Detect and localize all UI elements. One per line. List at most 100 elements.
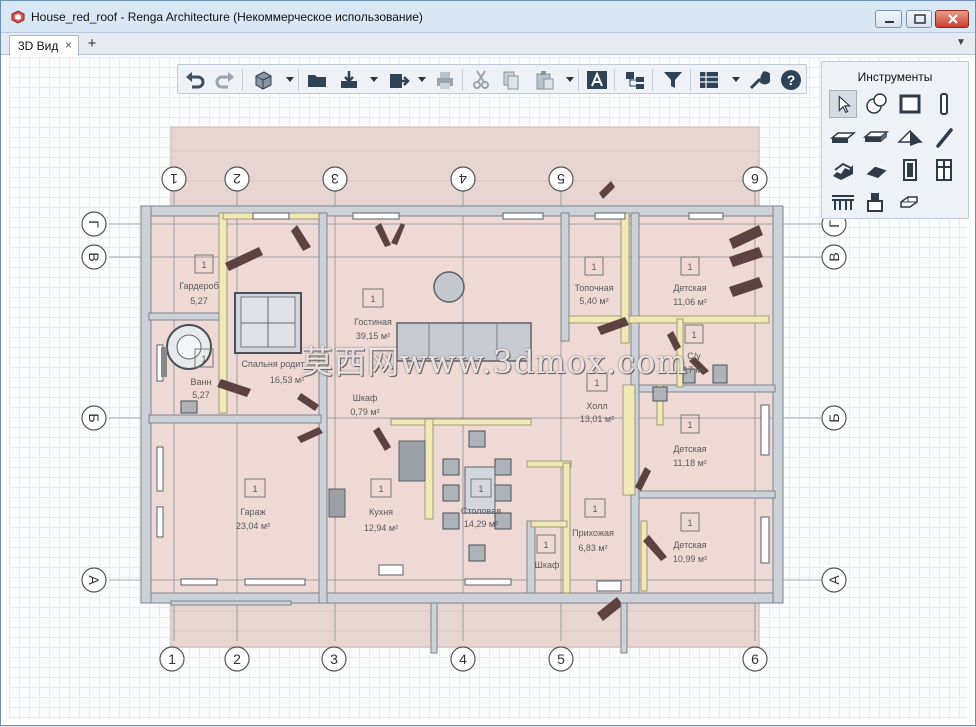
svg-text:12,94 м²: 12,94 м² — [364, 523, 398, 533]
import-icon[interactable] — [338, 69, 360, 91]
text-icon[interactable] — [586, 69, 608, 91]
axis-top-4: 4 — [459, 171, 467, 187]
layers-icon[interactable] — [624, 69, 646, 91]
svg-text:1: 1 — [687, 518, 692, 528]
svg-text:1: 1 — [687, 420, 692, 430]
svg-text:Гостиная: Гостиная — [354, 317, 392, 327]
svg-text:Топочная: Топочная — [574, 283, 613, 293]
axis-right-g: Г — [826, 220, 842, 228]
redo-icon[interactable] — [214, 69, 236, 91]
opening-icon[interactable] — [896, 188, 924, 216]
svg-text:Шкаф: Шкаф — [535, 560, 560, 570]
equipment-icon[interactable] — [862, 188, 890, 216]
svg-text:Спальня родит: Спальня родит — [242, 359, 305, 369]
slab-icon[interactable] — [862, 124, 890, 152]
svg-text:1: 1 — [252, 484, 257, 494]
ramp-icon[interactable] — [862, 156, 890, 184]
help-icon[interactable]: ? — [780, 69, 802, 91]
axis-right-b: Б — [826, 413, 842, 422]
axis-right-v: В — [826, 252, 842, 261]
axis-top-1: 1 — [170, 171, 178, 187]
open-folder-icon[interactable] — [306, 69, 328, 91]
axis-bottom-1: 1 — [168, 651, 176, 667]
axis-left-g: Г — [86, 220, 102, 228]
copy-icon[interactable] — [500, 69, 522, 91]
round-table — [433, 271, 465, 303]
svg-text:1: 1 — [201, 260, 206, 270]
watermark: 莫西网www.3dmox.com — [301, 343, 688, 381]
beam-icon[interactable] — [829, 124, 857, 152]
view-dropdown-icon[interactable] — [286, 77, 294, 82]
axis-bottom-3: 3 — [330, 651, 338, 667]
roof-icon[interactable] — [896, 124, 924, 152]
axis-top-2: 2 — [233, 171, 241, 187]
import-dropdown-icon[interactable] — [370, 77, 378, 82]
svg-text:Детская: Детская — [673, 444, 706, 454]
axis-top-6: 6 — [751, 171, 759, 187]
select-icon[interactable] — [829, 90, 857, 118]
axis-bottom-5: 5 — [557, 651, 565, 667]
svg-text:С/у: С/у — [687, 351, 701, 361]
svg-text:1: 1 — [478, 484, 483, 494]
schedule-dropdown-icon[interactable] — [732, 77, 740, 82]
axis-bottom-2: 2 — [233, 651, 241, 667]
schedule-icon[interactable] — [698, 69, 720, 91]
svg-text:1: 1 — [591, 262, 596, 272]
export-dropdown-icon[interactable] — [418, 77, 426, 82]
export-icon[interactable] — [388, 69, 410, 91]
undo-icon[interactable] — [184, 69, 206, 91]
svg-text:1: 1 — [687, 262, 692, 272]
svg-text:6,83 м²: 6,83 м² — [578, 543, 607, 553]
svg-text:10,99 м²: 10,99 м² — [673, 554, 707, 564]
svg-text:1: 1 — [370, 294, 375, 304]
svg-text:Холл: Холл — [586, 401, 607, 411]
axis-left-a: А — [86, 575, 102, 585]
svg-text:1: 1 — [691, 330, 696, 340]
svg-text:1: 1 — [592, 504, 597, 514]
svg-text:Шкаф: Шкаф — [353, 393, 378, 403]
view-cube-icon[interactable] — [252, 69, 274, 91]
svg-text:Детская: Детская — [673, 283, 706, 293]
axis-bottom-4: 4 — [459, 651, 467, 667]
svg-text:1: 1 — [543, 540, 548, 550]
svg-text:5,40 м²: 5,40 м² — [579, 296, 608, 306]
axis-bottom-6: 6 — [751, 651, 759, 667]
print-icon[interactable] — [434, 69, 456, 91]
svg-text:?: ? — [787, 72, 796, 88]
svg-text:0,79 м²: 0,79 м² — [350, 407, 379, 417]
paste-dropdown-icon[interactable] — [566, 77, 574, 82]
svg-text:Гараж: Гараж — [240, 507, 265, 517]
railing-icon[interactable] — [829, 188, 857, 216]
svg-text:Кухня: Кухня — [369, 507, 393, 517]
cut-icon[interactable] — [470, 69, 492, 91]
primitive-icon[interactable] — [862, 90, 890, 118]
svg-text:Столовая: Столовая — [461, 506, 501, 516]
door-icon[interactable] — [896, 156, 924, 184]
paste-icon[interactable] — [534, 69, 556, 91]
axis-left-v: В — [86, 252, 102, 261]
svg-text:Детская: Детская — [673, 540, 706, 550]
svg-text:Прихожая: Прихожая — [572, 528, 614, 538]
axis-left-b: Б — [86, 413, 102, 422]
window-icon[interactable] — [930, 156, 958, 184]
tools-panel-title: Инструменты — [857, 70, 933, 84]
svg-text:11,18 м²: 11,18 м² — [673, 458, 707, 468]
svg-text:Ванн: Ванн — [191, 377, 212, 387]
axis-right-a: А — [826, 575, 842, 585]
svg-text:11,06 м²: 11,06 м² — [673, 297, 707, 307]
wall-icon[interactable] — [896, 90, 924, 118]
filter-icon[interactable] — [662, 69, 684, 91]
line-icon[interactable] — [930, 124, 958, 152]
settings-wrench-icon[interactable] — [748, 69, 772, 91]
svg-text:16,53 м²: 16,53 м² — [270, 375, 304, 385]
svg-text:1: 1 — [201, 354, 206, 364]
column-icon[interactable] — [930, 90, 958, 118]
stair-icon[interactable] — [829, 156, 857, 184]
svg-text:1: 1 — [378, 484, 383, 494]
axis-top-5: 5 — [557, 171, 565, 187]
svg-text:23,04 м²: 23,04 м² — [236, 521, 270, 531]
tools-panel: Инструменты — [821, 61, 969, 219]
main-toolbar: ? — [177, 64, 807, 94]
svg-text:5,27: 5,27 — [190, 296, 208, 306]
axis-top-3: 3 — [331, 171, 339, 187]
